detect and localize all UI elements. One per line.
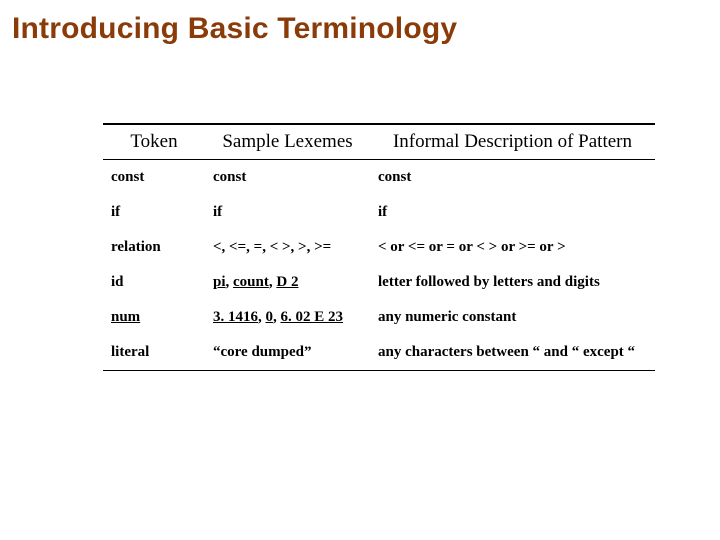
cell-token-num: num: [103, 300, 205, 335]
cell-lexemes-id: pi, count, D 2: [205, 265, 370, 300]
lexeme-underline: pi: [213, 274, 226, 290]
cell-token: id: [103, 265, 205, 300]
header-lexemes: Sample Lexemes: [205, 124, 370, 160]
slide-title: Introducing Basic Terminology: [12, 12, 457, 46]
cell-lexemes: “core dumped”: [205, 335, 370, 371]
header-desc: Informal Description of Pattern: [370, 124, 655, 160]
cell-token: const: [103, 160, 205, 196]
token-underline: num: [111, 309, 140, 325]
cell-lexemes-num: 3. 1416, 0, 6. 02 E 23: [205, 300, 370, 335]
cell-lexemes: const: [205, 160, 370, 196]
table-row: const const const: [103, 160, 655, 196]
lexeme-sep: ,: [273, 309, 281, 325]
cell-desc: letter followed by letters and digits: [370, 265, 655, 300]
cell-lexemes: <, <=, =, < >, >, >=: [205, 230, 370, 265]
cell-lexemes: if: [205, 195, 370, 230]
lexeme-sep: ,: [258, 309, 266, 325]
table-row: if if if: [103, 195, 655, 230]
table-row: id pi, count, D 2 letter followed by let…: [103, 265, 655, 300]
table-header-row: Token Sample Lexemes Informal Descriptio…: [103, 124, 655, 160]
table-row: num 3. 1416, 0, 6. 02 E 23 any numeric c…: [103, 300, 655, 335]
header-token: Token: [103, 124, 205, 160]
cell-token: relation: [103, 230, 205, 265]
lexeme-sep: ,: [226, 274, 234, 290]
lexeme-underline: 0: [266, 309, 274, 325]
terminology-table-wrap: Token Sample Lexemes Informal Descriptio…: [103, 123, 655, 371]
table-row: literal “core dumped” any characters bet…: [103, 335, 655, 371]
cell-desc: any characters between “ and “ except “: [370, 335, 655, 371]
terminology-table: Token Sample Lexemes Informal Descriptio…: [103, 123, 655, 371]
cell-desc: any numeric constant: [370, 300, 655, 335]
lexeme-underline: count: [233, 274, 269, 290]
cell-token: if: [103, 195, 205, 230]
table-row: relation <, <=, =, < >, >, >= < or <= or…: [103, 230, 655, 265]
cell-token: literal: [103, 335, 205, 371]
lexeme-underline: 6. 02 E 23: [281, 309, 344, 325]
cell-desc: < or <= or = or < > or >= or >: [370, 230, 655, 265]
lexeme-underline: D 2: [276, 274, 298, 290]
slide: Introducing Basic Terminology Token Samp…: [0, 0, 720, 540]
lexeme-underline: 3. 1416: [213, 309, 258, 325]
cell-desc: const: [370, 160, 655, 196]
cell-desc: if: [370, 195, 655, 230]
